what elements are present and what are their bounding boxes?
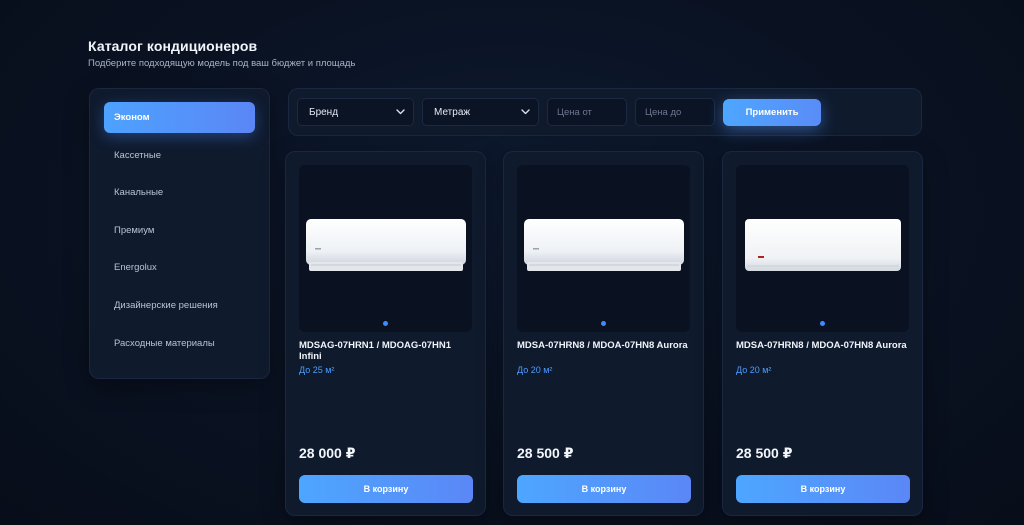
product-image[interactable]	[736, 165, 909, 332]
page-subtitle: Подберите подходящую модель под ваш бюдж…	[88, 58, 356, 69]
add-to-cart-button[interactable]: В корзину	[299, 475, 473, 503]
sidebar-item-consumables[interactable]: Расходные материалы	[104, 328, 255, 359]
sidebar-item-premium[interactable]: Премиум	[104, 215, 255, 246]
product-price: 28 500 ₽	[736, 445, 793, 461]
chevron-down-icon	[395, 107, 405, 117]
sidebar-item-economy[interactable]: Эконом	[104, 102, 255, 133]
apply-filters-button[interactable]: Применить	[723, 98, 821, 126]
product-area: До 20 м²	[517, 365, 553, 375]
area-select-label: Метраж	[434, 106, 471, 118]
price-to-input[interactable]	[635, 98, 715, 126]
area-select[interactable]: Метраж	[422, 98, 539, 126]
product-name: MDSA-07HRN8 / MDOA-07HN8 Aurora	[736, 340, 907, 351]
brand-select[interactable]: Бренд	[297, 98, 414, 126]
product-card: MDSA-07HRN8 / MDOA-07HN8 Aurora До 20 м²…	[503, 151, 704, 516]
sidebar-item-designer[interactable]: Дизайнерские решения	[104, 290, 255, 321]
carousel-dot[interactable]	[601, 321, 606, 326]
price-from-input[interactable]	[547, 98, 627, 126]
sidebar-item-label: Канальные	[114, 187, 164, 199]
sidebar-item-label: Energolux	[114, 262, 157, 274]
filter-bar: Бренд Метраж Применить	[288, 88, 922, 136]
page-header: Каталог кондиционеров Подберите подходящ…	[88, 38, 355, 69]
product-image[interactable]	[299, 165, 472, 332]
product-card: MDSAG-07HRN1 / MDOAG-07HN1 Infini До 25 …	[285, 151, 486, 516]
air-conditioner-image	[745, 219, 901, 271]
sidebar-item-energolux[interactable]: Energolux	[104, 252, 255, 283]
category-sidebar: Эконом Кассетные Канальные Премиум Energ…	[89, 88, 270, 379]
product-image[interactable]	[517, 165, 690, 332]
sidebar-item-label: Кассетные	[114, 149, 161, 161]
product-name: MDSA-07HRN8 / MDOA-07HN8 Aurora	[517, 340, 688, 351]
carousel-dot[interactable]	[820, 321, 825, 326]
product-card: MDSA-07HRN8 / MDOA-07HN8 Aurora До 20 м²…	[722, 151, 923, 516]
product-name: MDSAG-07HRN1 / MDOAG-07HN1 Infini	[299, 340, 452, 362]
sidebar-item-label: Расходные материалы	[114, 337, 215, 349]
product-area: До 25 м²	[299, 365, 335, 375]
carousel-dot[interactable]	[383, 321, 388, 326]
product-area: До 20 м²	[736, 365, 772, 375]
air-conditioner-image	[524, 219, 684, 271]
sidebar-item-ducted[interactable]: Канальные	[104, 177, 255, 208]
sidebar-item-label: Премиум	[114, 224, 155, 236]
brand-select-label: Бренд	[309, 106, 339, 118]
sidebar-item-cassette[interactable]: Кассетные	[104, 140, 255, 171]
chevron-down-icon	[520, 107, 530, 117]
page-title: Каталог кондиционеров	[88, 38, 258, 54]
sidebar-item-label: Эконом	[114, 112, 150, 123]
catalog-page: Каталог кондиционеров Подберите подходящ…	[0, 0, 1024, 525]
air-conditioner-image	[306, 219, 466, 271]
add-to-cart-button[interactable]: В корзину	[736, 475, 910, 503]
sidebar-item-label: Дизайнерские решения	[114, 299, 218, 311]
add-to-cart-button[interactable]: В корзину	[517, 475, 691, 503]
product-price: 28 000 ₽	[299, 445, 356, 461]
product-price: 28 500 ₽	[517, 445, 574, 461]
